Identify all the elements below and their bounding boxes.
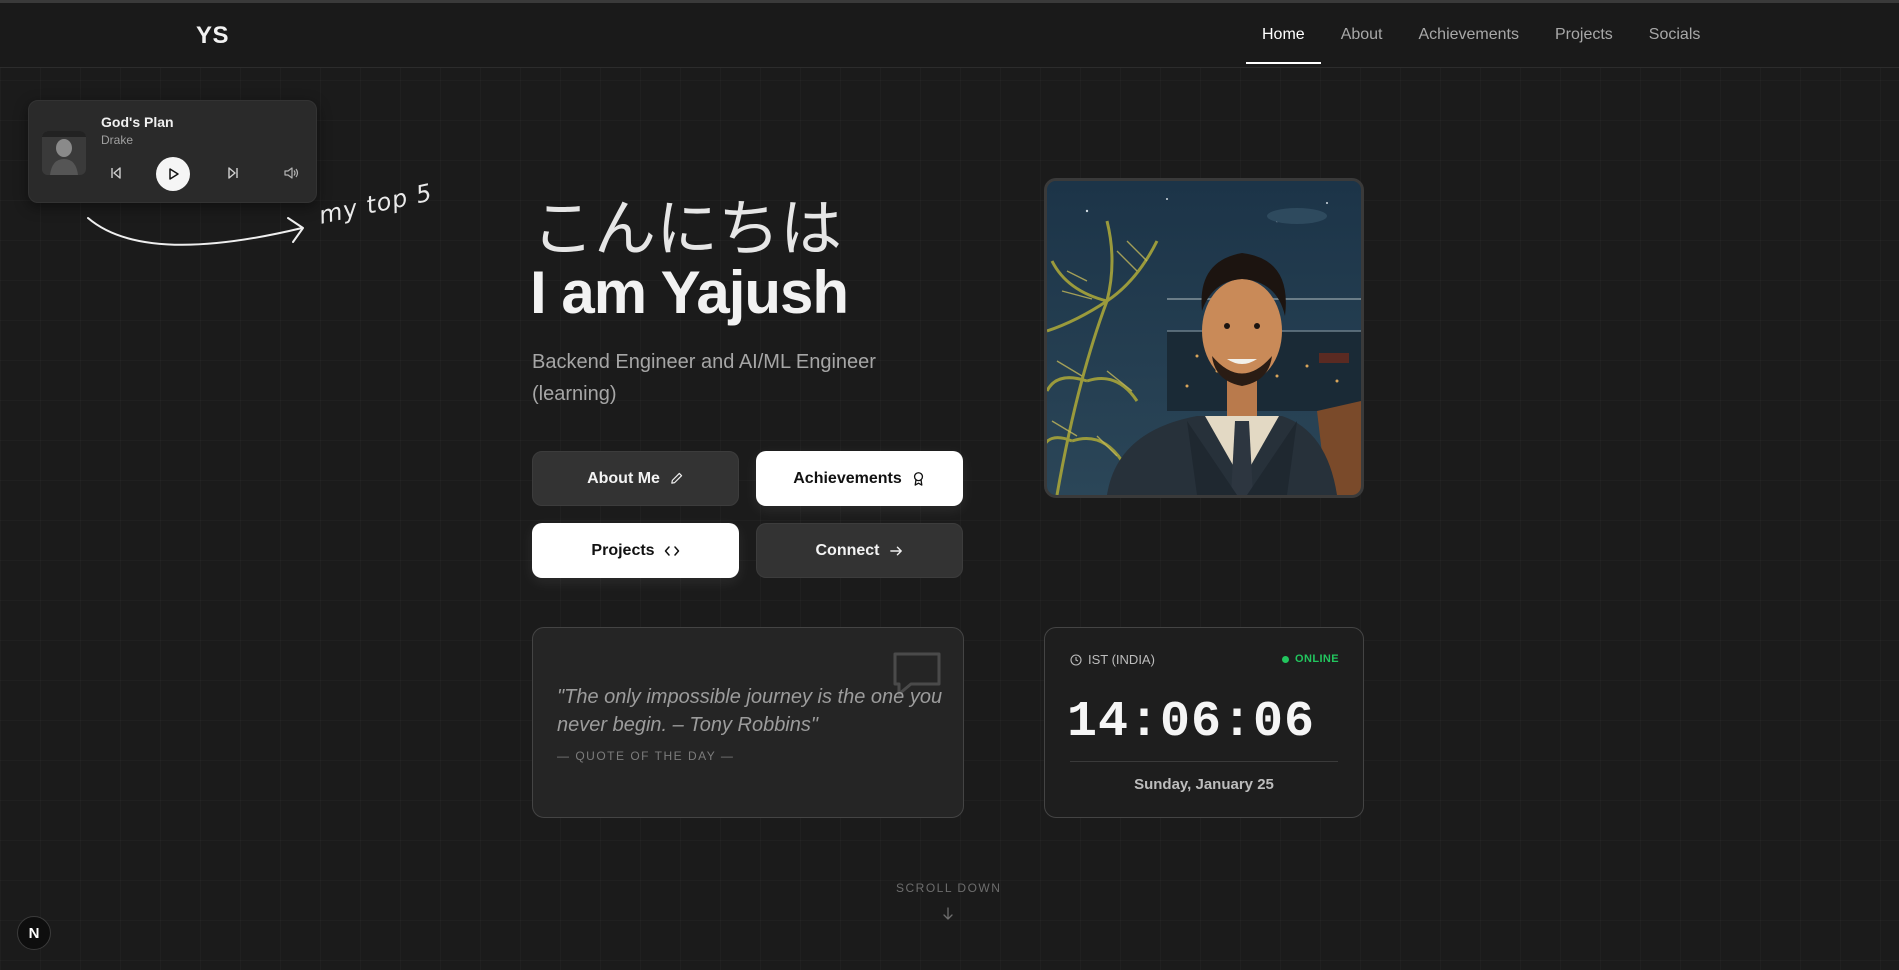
prev-track-button[interactable]	[104, 161, 128, 185]
quote-label: — QUOTE OF THE DAY —	[557, 749, 735, 763]
site-logo[interactable]: YS	[196, 22, 229, 50]
clock-divider	[1070, 761, 1338, 762]
code-icon	[664, 544, 680, 558]
main-nav: Home About Achievements Projects Socials	[1246, 3, 1736, 67]
volume-icon	[284, 167, 299, 179]
nextjs-badge[interactable]: N	[17, 916, 51, 950]
song-title: God's Plan	[101, 114, 174, 130]
handwritten-note: my top 5	[316, 178, 436, 230]
status-text: ONLINE	[1295, 653, 1339, 665]
timezone-text: IST (INDIA)	[1088, 652, 1155, 667]
projects-button[interactable]: Projects	[532, 523, 739, 578]
status-dot	[1282, 655, 1290, 663]
profile-illustration	[1044, 178, 1364, 498]
projects-label: Projects	[591, 541, 655, 559]
clock-time: 14:06:06	[1067, 694, 1316, 751]
about-me-label: About Me	[587, 469, 660, 487]
award-icon	[911, 471, 926, 487]
connect-button[interactable]: Connect	[756, 523, 963, 578]
achievements-label: Achievements	[793, 469, 902, 487]
quote-card: "The only impossible journey is the one …	[532, 627, 964, 818]
song-artist: Drake	[101, 133, 134, 147]
volume-button[interactable]	[279, 161, 303, 185]
clock-icon	[1070, 653, 1082, 666]
achievements-button[interactable]: Achievements	[756, 451, 963, 506]
prev-icon	[111, 167, 121, 179]
arrow-down-icon[interactable]	[941, 906, 955, 922]
arrow-right-icon	[889, 544, 904, 558]
quote-text: "The only impossible journey is the one …	[557, 686, 943, 736]
hero-name: I am Yajush	[530, 259, 849, 326]
status-badge: ONLINE	[1282, 653, 1339, 665]
connect-label: Connect	[815, 541, 880, 559]
next-icon	[228, 167, 238, 179]
hand-drawn-arrow-icon	[87, 217, 304, 246]
hero-role: Backend Engineer and AI/ML Engineer (lea…	[532, 351, 876, 405]
greeting-japanese: こんにちは	[532, 192, 843, 265]
timezone-label: IST (INDIA)	[1070, 652, 1155, 667]
nav-about[interactable]: About	[1341, 20, 1383, 50]
album-cover	[42, 131, 86, 175]
next-track-button[interactable]	[221, 161, 245, 185]
scroll-down-label[interactable]: SCROLL DOWN	[896, 881, 1001, 895]
nav-projects[interactable]: Projects	[1555, 20, 1613, 50]
clock-card: IST (INDIA) ONLINE 14:06:06 Sunday, Janu…	[1044, 627, 1364, 818]
pencil-icon	[669, 471, 684, 486]
clock-date: Sunday, January 25	[1134, 776, 1274, 793]
play-icon	[169, 168, 179, 180]
nav-socials[interactable]: Socials	[1649, 20, 1701, 50]
site-header: YS Home About Achievements Projects Soci…	[0, 3, 1899, 68]
nav-home[interactable]: Home	[1246, 20, 1321, 64]
about-me-button[interactable]: About Me	[532, 451, 739, 506]
nav-achievements[interactable]: Achievements	[1419, 20, 1520, 50]
